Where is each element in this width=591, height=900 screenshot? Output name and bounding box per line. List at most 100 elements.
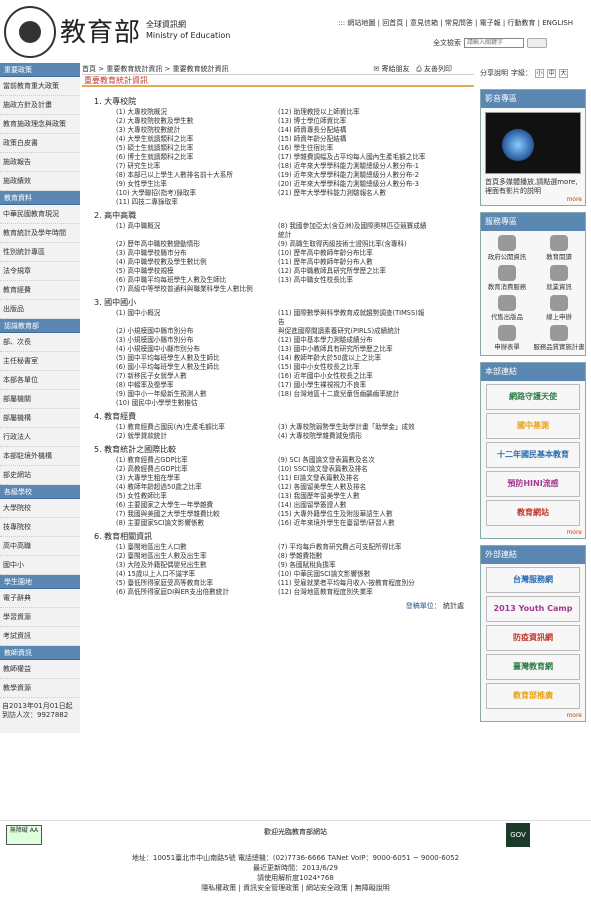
nav-item[interactable]: 行政法人: [0, 428, 80, 447]
stat-link[interactable]: (17) 國小學生裸視視力不良率: [278, 381, 428, 390]
stat-link[interactable]: (15) 國中小女性校長之比率: [278, 363, 428, 372]
stat-link[interactable]: [278, 399, 428, 408]
stat-link[interactable]: (4) 大學生就讀類科之比率: [116, 135, 266, 144]
links-more-link[interactable]: more: [481, 529, 585, 538]
service-item[interactable]: 教育閱讀: [533, 235, 585, 261]
nav-item[interactable]: 法令規章: [0, 262, 80, 281]
service-item[interactable]: 教育消費服務: [481, 265, 533, 291]
top-links[interactable]: ::: 網站地圖 | 回首頁 | 意見信箱 | 常見問答 | 電子報 | 行動教…: [338, 18, 573, 28]
stat-link[interactable]: (6) 國小平均每班學生人數及生師比: [116, 363, 266, 372]
video-player[interactable]: [485, 112, 581, 174]
stat-link[interactable]: (4) 15歲以上人口不識字率: [116, 570, 266, 579]
stat-link[interactable]: (12) 國中基本學力測驗成績分布: [278, 336, 428, 345]
stat-link[interactable]: (7) 平均每戶教育研究費占可支配所得比率: [278, 543, 428, 552]
stat-link[interactable]: (5) 碩士生就讀類科之比率: [116, 144, 266, 153]
stat-link[interactable]: (12) 高中職教師具研究所學歷之比率: [278, 267, 428, 276]
nav-item[interactable]: 教育統計及學年時間: [0, 224, 80, 243]
stat-link[interactable]: (6) 高低所得家庭DI與ER支出倍數統計: [116, 588, 266, 597]
stat-link[interactable]: [278, 285, 428, 294]
stat-link[interactable]: (14) 師資專長分配結構: [278, 126, 428, 135]
stat-link[interactable]: (5) 高中職學校規模: [116, 267, 266, 276]
stat-link[interactable]: (17) 學雜費調幅及占平均每人國內生產毛額之比率: [278, 153, 428, 162]
nav-item[interactable]: 施政報告: [0, 153, 80, 172]
share-link[interactable]: 分享說明: [480, 63, 508, 83]
stat-link[interactable]: (1) 國中小概況: [116, 309, 266, 327]
stat-link[interactable]: (5) 國中平均每班學生人數及生師比: [116, 354, 266, 363]
search-input[interactable]: [464, 38, 524, 48]
stat-link[interactable]: (10) SSCI論文發表篇數及排名: [278, 465, 428, 474]
stat-link[interactable]: (4) 小規模國中小縣市別分布: [116, 345, 266, 354]
stat-link[interactable]: (3) 大陸及外籍配偶嬰兒出生數: [116, 561, 266, 570]
stat-link[interactable]: (13) 博士學位師資比率: [278, 117, 428, 126]
stat-link[interactable]: (2) 就學貸款統計: [116, 432, 266, 441]
stat-link[interactable]: (3) 高中職學校縣市分布: [116, 249, 266, 258]
stat-link[interactable]: (3) 大專校院校數統計: [116, 126, 266, 135]
stat-link[interactable]: (3) 大專學生粗在學率: [116, 474, 266, 483]
stat-link[interactable]: (3) 大專校院弱勢學生助學計畫「助學金」成效: [278, 423, 428, 432]
stat-link[interactable]: (21) 歷年大學學科能力測驗報名人數: [278, 189, 428, 198]
stat-link[interactable]: (14) 教師年齡大於50歲以上之比率: [278, 354, 428, 363]
accessibility-badge[interactable]: 無障礙 AA: [6, 825, 42, 845]
stat-link[interactable]: (8) 主要國家SCI論文影響係數: [116, 519, 266, 528]
stat-link[interactable]: (9) 女性學生比率: [116, 180, 266, 189]
nav-item[interactable]: 教學資源: [0, 679, 80, 698]
service-item[interactable]: 代售出版品: [481, 295, 533, 321]
service-item[interactable]: 政府公開資訊: [481, 235, 533, 261]
stat-link[interactable]: (1) 臺閩地區出生人口數: [116, 543, 266, 552]
nav-item[interactable]: 當前教育重大政策: [0, 77, 80, 96]
stat-link[interactable]: (2) 高教經費占GDP比率: [116, 465, 266, 474]
external-banner[interactable]: 防疫資訊網: [486, 625, 580, 651]
link-banner[interactable]: 網路守護天使: [486, 384, 580, 410]
stat-link[interactable]: (1) 大專校院概況: [116, 108, 266, 117]
stat-link[interactable]: (4) 高中職學校數及學生數比例: [116, 258, 266, 267]
stat-link[interactable]: (2) 小規模國中縣市別分布: [116, 327, 266, 336]
nav-item[interactable]: 國中小: [0, 556, 80, 575]
nav-item[interactable]: 部、次長: [0, 333, 80, 352]
stat-link[interactable]: (5) 女性教師比率: [116, 492, 266, 501]
link-banner[interactable]: 預防HINI流感: [486, 471, 580, 497]
service-item[interactable]: 服務品質實施計畫: [533, 325, 585, 351]
service-item[interactable]: 申辦表單: [481, 325, 533, 351]
stat-link[interactable]: (1) 教育經費占GDP比率: [116, 456, 266, 465]
external-banner[interactable]: 2013 Youth Camp: [486, 596, 580, 622]
stat-link[interactable]: (6) 博士生就讀類科之比率: [116, 153, 266, 162]
nav-item[interactable]: 中華民國教育現況: [0, 205, 80, 224]
stat-link[interactable]: (1) 教育經費占國民(內)生產毛額比率: [116, 423, 266, 432]
stat-link[interactable]: (7) 研究生比率: [116, 162, 266, 171]
font-small-button[interactable]: 小: [535, 68, 544, 78]
nav-item[interactable]: 部史網站: [0, 466, 80, 485]
stat-link[interactable]: (12) 各國留美學生人數及排名: [278, 483, 428, 492]
stat-link[interactable]: (16) 近年來境外學生在臺留學/研習人數: [278, 519, 428, 528]
gov-logo[interactable]: GOV: [506, 823, 530, 847]
stat-link[interactable]: (20) 近年來大學學科能力測驗總級分人數分布-3: [278, 180, 428, 189]
stat-link[interactable]: (10) 大學聯招(指考)錄取率: [116, 189, 266, 198]
stat-link[interactable]: (7) 高級中等學校普通科與職業科學生人數比例: [116, 285, 266, 294]
print-link[interactable]: 友善列印: [424, 65, 452, 73]
stat-link[interactable]: (3) 小規模國小縣市別分布: [116, 336, 266, 345]
stat-link[interactable]: (1) 高中職概況: [116, 222, 266, 240]
stat-link[interactable]: (4) 教師年齡超過50歲之比率: [116, 483, 266, 492]
external-more-link[interactable]: more: [481, 712, 585, 721]
stat-link[interactable]: (9) 高職生取得丙級技術士證照比率(含專科): [278, 240, 428, 249]
stat-link[interactable]: 與促進國際閱讀素養研究(PIRLS)成績統計: [278, 327, 428, 336]
stat-link[interactable]: (16) 近年國中小女性校長之比率: [278, 372, 428, 381]
link-banner[interactable]: 教育網站: [486, 500, 580, 526]
stat-link[interactable]: (12) 台灣地區教育程度別失業率: [278, 588, 428, 597]
service-item[interactable]: 就業資訊: [533, 265, 585, 291]
nav-item[interactable]: 大學院校: [0, 499, 80, 518]
nav-item[interactable]: 教師權益: [0, 660, 80, 679]
stat-link[interactable]: (9) SCI 各國論文發表篇數及名次: [278, 456, 428, 465]
nav-item[interactable]: 技專院校: [0, 518, 80, 537]
nav-item[interactable]: 本部駐境外機構: [0, 447, 80, 466]
stat-link[interactable]: (2) 歷年高中職校數變動情形: [116, 240, 266, 249]
site-logo-title[interactable]: 教育部: [60, 12, 141, 49]
nav-item[interactable]: 電子辭典: [0, 589, 80, 608]
nav-item[interactable]: 教育經費: [0, 281, 80, 300]
nav-item[interactable]: 學習資源: [0, 608, 80, 627]
stat-link[interactable]: (2) 臺閩地區出生人數及出生率: [116, 552, 266, 561]
stat-link[interactable]: (12) 助理教授以上師資比率: [278, 108, 428, 117]
stat-link[interactable]: (5) 臺低所得家庭受高等教育比率: [116, 579, 266, 588]
breadcrumb-text[interactable]: 首頁 > 重要教育統計資訊 > 重要教育統計資訊: [82, 65, 229, 73]
nav-item[interactable]: 教育施政理念與政策: [0, 115, 80, 134]
link-banner[interactable]: 國中基測: [486, 413, 580, 439]
